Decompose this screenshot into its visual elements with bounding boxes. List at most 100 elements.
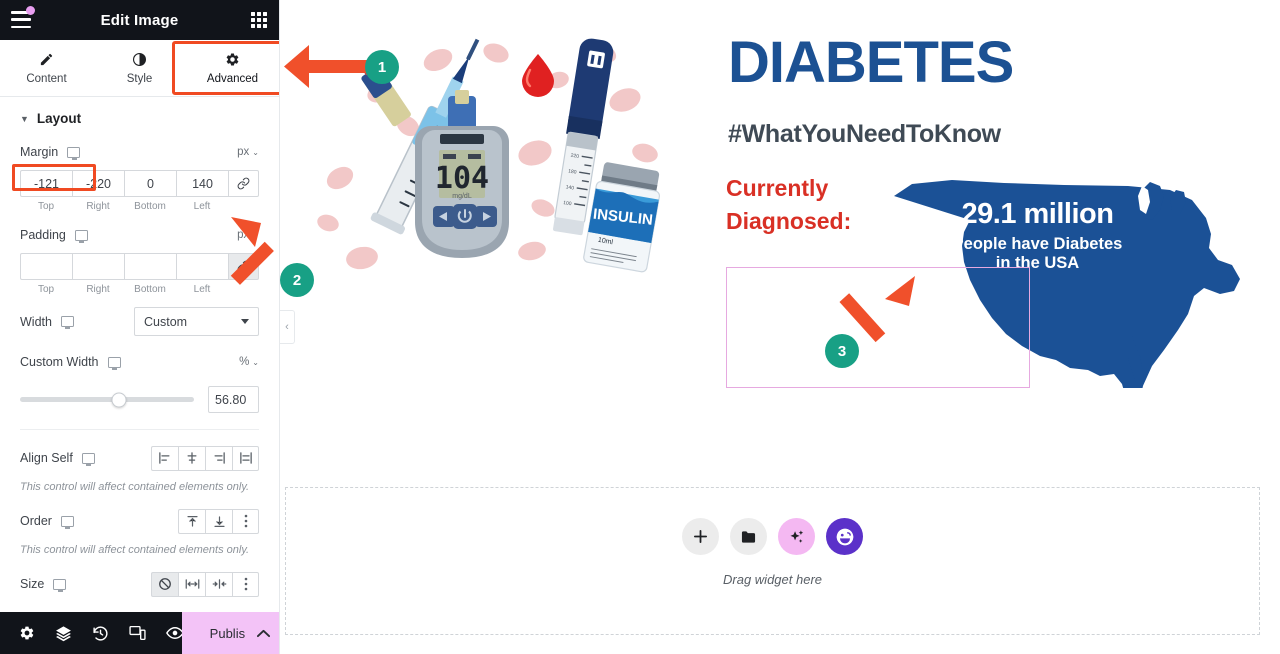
elementor-face-icon[interactable] <box>826 518 863 555</box>
margin-right-caption: Right <box>86 201 110 212</box>
order-first-icon[interactable] <box>178 508 205 534</box>
ai-sparkle-icon[interactable] <box>778 518 815 555</box>
margin-right-field: Right <box>72 170 124 212</box>
custom-width-input[interactable] <box>208 386 259 413</box>
settings-gear-icon[interactable] <box>8 612 45 654</box>
widget-drop-zone[interactable]: Drag widget here <box>285 487 1260 635</box>
desktop-device-icon[interactable] <box>60 515 74 529</box>
slider-handle[interactable] <box>111 392 127 407</box>
padding-unit-select[interactable]: px ⌄ <box>237 229 259 241</box>
align-stretch-icon[interactable] <box>232 445 259 471</box>
margin-top-caption: Top <box>37 201 55 212</box>
custom-width-slider[interactable] <box>20 392 194 407</box>
order-label-group: Order <box>20 514 74 529</box>
desktop-device-icon[interactable] <box>107 356 121 370</box>
margin-right-input[interactable] <box>72 170 124 197</box>
chevron-down-icon <box>241 319 249 324</box>
margin-unit-select[interactable]: px ⌄ <box>237 146 259 158</box>
order-last-icon[interactable] <box>205 508 232 534</box>
margin-left-input[interactable] <box>176 170 228 197</box>
margin-unit-value: px <box>237 146 250 158</box>
order-label: Order <box>20 514 52 528</box>
diabetes-supplies-illustration[interactable]: 104 mg/dL 220 180 140 100 INSULIN 10ml <box>300 8 680 288</box>
order-buttons <box>178 508 259 534</box>
align-start-icon[interactable] <box>151 445 178 471</box>
margin-bottom-field: Bottom <box>124 170 176 212</box>
padding-link-button[interactable] <box>228 253 259 280</box>
panel-title: Edit Image <box>100 11 179 29</box>
margin-top-input[interactable] <box>20 170 72 197</box>
currently-diagnosed-line1: Currently <box>726 175 829 201</box>
padding-top-field: Top <box>20 253 72 295</box>
align-self-buttons <box>151 445 259 471</box>
tab-advanced[interactable]: Advanced <box>186 40 279 96</box>
desktop-device-icon[interactable] <box>53 578 67 592</box>
image-widget-selection-outline[interactable] <box>726 267 1030 388</box>
annotation-badge-2: 2 <box>280 263 314 297</box>
more-vertical-icon[interactable] <box>232 508 259 534</box>
padding-unit-value: px <box>237 229 250 241</box>
padding-left-field: Left <box>176 253 228 295</box>
desktop-device-icon[interactable] <box>81 452 95 466</box>
align-self-label-group: Align Self <box>20 451 95 466</box>
meter-unit-text: mg/dL <box>452 193 472 200</box>
editor-bottom-bar: Publish <box>0 612 279 654</box>
layout-section-header[interactable]: ▼ Layout <box>0 97 279 138</box>
tab-style[interactable]: Style <box>93 40 186 96</box>
padding-control: Padding px ⌄ Top Right Bottom Left <box>0 221 279 295</box>
padding-right-field: Right <box>72 253 124 295</box>
custom-width-slider-row <box>20 386 259 413</box>
width-select-value: Custom <box>144 314 188 329</box>
align-end-icon[interactable] <box>205 445 232 471</box>
tab-content[interactable]: Content <box>0 40 93 96</box>
panel-tabs: Content Style Advanced <box>0 40 279 97</box>
margin-bottom-caption: Bottom <box>134 201 166 212</box>
grow-icon[interactable] <box>178 571 205 597</box>
padding-inputs-row: Top Right Bottom Left <box>20 253 259 295</box>
bottom-bar-icons <box>0 612 193 654</box>
history-clock-icon[interactable] <box>82 612 119 654</box>
chevron-down-icon: ⌄ <box>252 230 259 240</box>
layers-navigator-icon[interactable] <box>45 612 82 654</box>
padding-right-input[interactable] <box>72 253 124 280</box>
padding-bottom-input[interactable] <box>124 253 176 280</box>
desktop-device-icon[interactable] <box>60 316 74 330</box>
publish-options-chevron-up-icon[interactable] <box>246 612 279 654</box>
annotation-badge-1: 1 <box>365 50 399 84</box>
width-label-group: Width <box>20 315 74 330</box>
currently-diagnosed-line2: Diagnosed: <box>726 207 852 234</box>
padding-top-caption: Top <box>37 284 55 295</box>
width-select[interactable]: Custom <box>134 307 259 336</box>
divider <box>20 429 259 430</box>
custom-width-label: Custom Width <box>20 355 99 369</box>
none-slash-icon[interactable] <box>151 571 178 597</box>
shrink-icon[interactable] <box>205 571 232 597</box>
margin-bottom-input[interactable] <box>124 170 176 197</box>
size-label: Size <box>20 577 45 591</box>
custom-width-unit-select[interactable]: % ⌄ <box>239 356 259 368</box>
responsive-devices-icon[interactable] <box>119 612 156 654</box>
margin-link-button[interactable] <box>228 170 259 197</box>
padding-right-caption: Right <box>86 284 110 295</box>
padding-label-group: Padding <box>20 228 88 243</box>
drag-widget-label: Drag widget here <box>723 572 822 587</box>
drop-zone-content: Drag widget here <box>286 518 1259 587</box>
custom-width-unit-value: % <box>239 356 250 368</box>
order-control: Order This control will affect contained… <box>0 507 279 556</box>
drop-zone-buttons <box>682 518 863 555</box>
panel-collapse-chevron-left-icon[interactable]: ‹ <box>280 310 295 344</box>
align-center-icon[interactable] <box>178 445 205 471</box>
gear-icon <box>225 52 240 68</box>
align-self-label: Align Self <box>20 451 73 465</box>
margin-top-field: Top <box>20 170 72 212</box>
contrast-half-circle-icon <box>132 52 147 68</box>
padding-top-input[interactable] <box>20 253 72 280</box>
desktop-device-icon[interactable] <box>67 146 81 160</box>
folder-icon[interactable] <box>730 518 767 555</box>
padding-left-input[interactable] <box>176 253 228 280</box>
plus-icon[interactable] <box>682 518 719 555</box>
desktop-device-icon[interactable] <box>74 229 88 243</box>
apps-grid-icon[interactable] <box>251 12 267 28</box>
more-vertical-icon[interactable] <box>232 571 259 597</box>
tab-content-label: Content <box>26 72 67 85</box>
